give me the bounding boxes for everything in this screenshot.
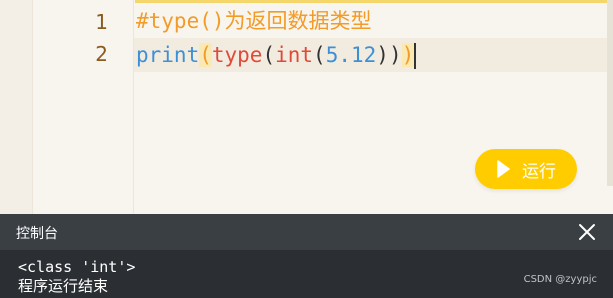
token-int: int	[275, 43, 314, 67]
token-number: 5.12	[325, 43, 377, 67]
token-paren-close-2: )	[388, 43, 402, 67]
run-button-label: 运行	[522, 161, 556, 182]
play-icon	[496, 160, 510, 178]
code-editor[interactable]: 1 2 #type()为返回数据类型 print(type(int(5.12))…	[0, 0, 613, 214]
token-paren-close-3: )	[376, 43, 389, 67]
console-output: <class 'int'>	[18, 258, 136, 276]
console-panel: 控制台 <class 'int'> 程序运行结束 CSDN @zyypjc	[0, 214, 613, 298]
token-paren-open: (	[199, 43, 212, 67]
editor-top-accent	[135, 0, 613, 3]
token-paren-close: )	[401, 43, 415, 67]
token-print: print	[136, 43, 200, 67]
code-line-2[interactable]: print(type(int(5.12)))	[136, 40, 417, 70]
console-header: 控制台	[0, 214, 613, 250]
token-type: type	[211, 43, 263, 67]
token-paren-open-3: (	[313, 43, 326, 67]
console-status: 程序运行结束	[18, 277, 109, 295]
line-number-gutter: 1 2	[0, 0, 134, 214]
close-icon[interactable]	[577, 222, 597, 242]
text-cursor	[414, 43, 417, 69]
line-number-1: 1	[95, 10, 108, 34]
console-title: 控制台	[16, 226, 58, 242]
line-number-2: 2	[95, 42, 108, 66]
code-line-1[interactable]: #type()为返回数据类型	[136, 6, 372, 36]
run-button[interactable]: 运行	[475, 149, 577, 189]
editor-scrollbar[interactable]	[607, 0, 613, 186]
token-paren-open-2: (	[262, 43, 276, 67]
watermark: CSDN @zyypjc	[523, 274, 597, 285]
